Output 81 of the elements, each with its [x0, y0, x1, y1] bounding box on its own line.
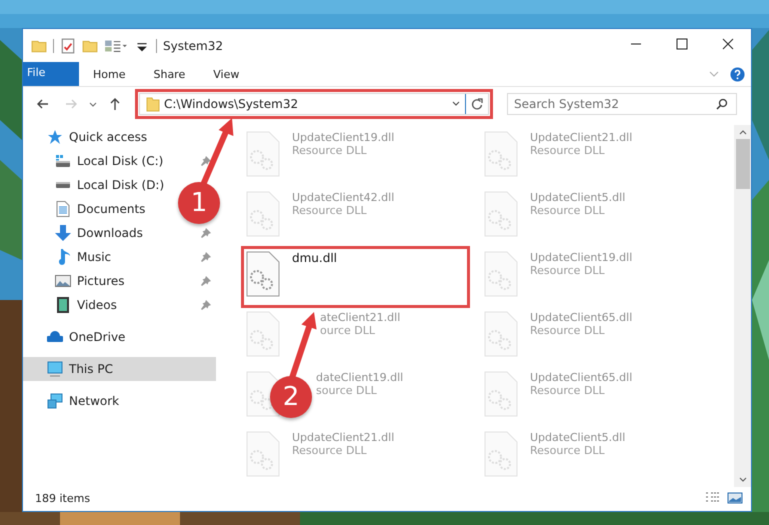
nav-item[interactable]: Documents	[23, 197, 150, 221]
file-type: source DLL	[316, 384, 377, 397]
gear-file-icon	[246, 131, 280, 177]
file-type: ource DLL	[320, 324, 376, 337]
refresh-icon[interactable]	[470, 97, 484, 111]
file-name: UpdateClient5.dll	[530, 431, 626, 444]
ribbon-tab[interactable]: Home	[79, 62, 140, 86]
pin-icon[interactable]	[201, 156, 211, 166]
film-icon	[55, 297, 71, 313]
file-type: Resource DLL	[530, 444, 605, 457]
large-icons-view-icon[interactable]	[727, 491, 743, 505]
monitor-icon	[47, 361, 63, 377]
recent-caret-icon[interactable]	[89, 100, 97, 108]
item-count: 189 items	[35, 492, 90, 504]
gear-file-icon	[484, 311, 518, 357]
gear-file-icon	[484, 191, 518, 237]
file-type: Resource DLL	[292, 444, 367, 457]
file-name: UpdateClient21.dll	[530, 131, 632, 144]
gear-file-icon	[484, 131, 518, 177]
gear-file-icon	[246, 251, 280, 297]
nav-item[interactable]: Videos	[23, 293, 121, 317]
pin-icon[interactable]	[201, 276, 211, 286]
file-type: Resource DLL	[530, 204, 605, 217]
file-type: Resource DLL	[292, 204, 367, 217]
view-options-icon[interactable]	[104, 38, 128, 54]
ribbon-tab[interactable]: View	[199, 62, 254, 86]
pin-icon[interactable]	[201, 252, 211, 262]
window-title: System32	[163, 38, 224, 52]
gear-file-icon	[246, 191, 280, 237]
file-name: UpdateClient21.dll	[292, 431, 394, 444]
file-name: UpdateClient19.dll	[530, 251, 632, 264]
nav-item[interactable]: Local Disk (C:)	[23, 149, 168, 173]
pin-icon[interactable]	[201, 300, 211, 310]
back-arrow-icon[interactable]	[36, 97, 50, 111]
star-icon	[47, 129, 63, 145]
ribbon-tab[interactable]: File	[23, 62, 79, 86]
picture-icon	[55, 273, 71, 289]
nav-item[interactable]: Pictures	[23, 269, 129, 293]
nav-item[interactable]: Music	[23, 245, 116, 269]
ribbon-tab[interactable]: Share	[139, 62, 200, 86]
scroll-down-icon[interactable]	[738, 476, 748, 484]
file-type: Resource DLL	[530, 264, 605, 277]
file-name: UpdateClient5.dll	[530, 191, 626, 204]
up-arrow-icon[interactable]	[108, 97, 122, 111]
scroll-up-icon[interactable]	[738, 128, 748, 136]
file-type: Resource DLL	[530, 144, 605, 157]
drive-icon	[55, 154, 71, 168]
gear-file-icon	[246, 431, 280, 477]
pointer-arrow	[289, 312, 317, 379]
pin-icon[interactable]	[201, 228, 211, 238]
file-name: UpdateClient19.dll	[292, 131, 394, 144]
nav-item[interactable]: This PC	[23, 357, 216, 381]
file-name: UpdateClient65.dll	[530, 371, 632, 384]
nav-item[interactable]: OneDrive	[23, 325, 130, 349]
document-icon	[55, 201, 71, 217]
file-type: Resource DLL	[530, 324, 605, 337]
file-type: Resource DLL	[530, 384, 605, 397]
properties-icon[interactable]	[60, 38, 76, 54]
gear-file-icon	[246, 311, 280, 357]
nav-item[interactable]: Local Disk (D:)	[23, 173, 168, 197]
drive-icon	[55, 181, 71, 189]
file-name: ateClient21.dll	[320, 311, 400, 324]
gear-file-icon	[484, 251, 518, 297]
file-name: dmu.dll	[292, 251, 338, 265]
cloud-icon	[47, 329, 63, 345]
file-name: dateClient19.dll	[316, 371, 404, 384]
help-icon[interactable]	[730, 66, 745, 82]
network-icon	[47, 393, 63, 409]
nav-item[interactable]: Quick access	[23, 125, 152, 149]
scrollbar-thumb[interactable]	[736, 139, 750, 189]
file-item[interactable]: dmu.dll	[242, 247, 469, 307]
file-name: UpdateClient42.dll	[292, 191, 394, 204]
file-name: UpdateClient65.dll	[530, 311, 632, 324]
download-arrow-icon	[55, 225, 71, 241]
gear-file-icon	[484, 431, 518, 477]
gear-file-icon	[484, 371, 518, 417]
scrollbar[interactable]	[734, 125, 751, 487]
nav-item[interactable]: Network	[23, 389, 124, 413]
nav-item[interactable]: Downloads	[23, 221, 147, 245]
file-type: Resource DLL	[292, 144, 367, 157]
folder-icon	[146, 96, 160, 112]
